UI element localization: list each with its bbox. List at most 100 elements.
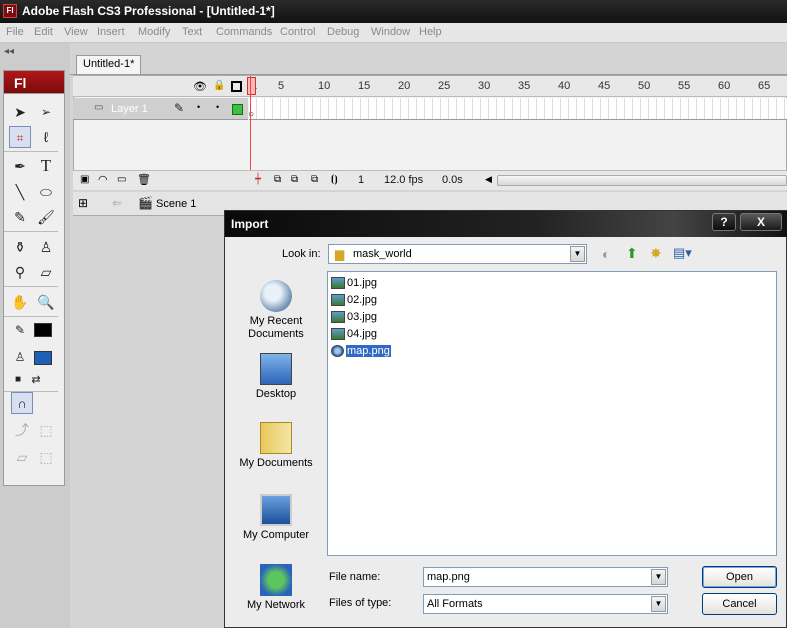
onion-skin-icon[interactable]: ⧉ — [274, 174, 281, 185]
place-recent-documents[interactable]: My Recent Documents — [233, 280, 319, 341]
outline-icon[interactable] — [231, 81, 242, 92]
center-frame-icon[interactable]: ┿ — [255, 174, 261, 185]
layer-outline-color-icon[interactable] — [232, 104, 243, 115]
menu-view[interactable]: View — [64, 26, 88, 38]
document-tab[interactable]: Untitled-1* — [76, 55, 142, 74]
place-desktop[interactable]: Desktop — [233, 353, 319, 400]
chevron-down-icon[interactable]: ▼ — [570, 246, 585, 262]
file-item[interactable]: 02.jpg — [331, 294, 377, 311]
dialog-title: Import — [231, 217, 269, 231]
place-label: My Computer — [242, 529, 310, 541]
file-item[interactable]: 04.jpg — [331, 328, 377, 345]
lasso-tool-icon[interactable]: ℓ — [35, 126, 57, 148]
eyedropper-tool-icon[interactable]: ⚲ — [9, 261, 31, 283]
playhead-icon[interactable] — [247, 77, 256, 95]
place-my-network[interactable]: My Network — [233, 564, 319, 611]
lock-icon[interactable]: 🔒 — [213, 80, 225, 91]
lock-dot-icon[interactable]: • — [216, 102, 219, 112]
chevron-down-icon[interactable]: ▼ — [651, 569, 666, 585]
ink-bottle-tool-icon[interactable]: ⚱ — [9, 236, 31, 258]
timeline-toggle-icon[interactable]: ⊞ — [78, 196, 88, 210]
snap-to-objects-icon[interactable]: ∩ — [11, 392, 33, 414]
collapse-tools-icon[interactable]: ◂◂ — [4, 46, 14, 57]
pen-tool-icon[interactable]: ✒ — [9, 155, 31, 177]
menu-insert[interactable]: Insert — [97, 26, 125, 38]
frame-number: 15 — [358, 80, 371, 92]
menu-window[interactable]: Window — [371, 26, 410, 38]
document-tab-bar — [70, 53, 787, 75]
paint-bucket-tool-icon[interactable]: ♙ — [35, 236, 57, 258]
line-tool-icon[interactable]: ╲ — [9, 181, 31, 203]
scale-option-icon: ⬚ — [39, 449, 53, 465]
pencil-tool-icon[interactable]: ✎ — [9, 206, 31, 228]
place-label: My Recent Documents — [248, 315, 304, 340]
file-item-selected[interactable]: map.png — [331, 345, 391, 362]
brush-tool-icon[interactable]: 🖌 — [35, 206, 57, 228]
layer-frames[interactable] — [249, 98, 787, 120]
menu-edit[interactable]: Edit — [34, 26, 53, 38]
cancel-button[interactable]: Cancel — [702, 593, 777, 615]
help-button[interactable]: ? — [712, 213, 736, 231]
menu-file[interactable]: File — [6, 26, 24, 38]
delete-layer-icon[interactable]: 🗑 — [137, 173, 151, 186]
edit-multiple-frames-icon[interactable]: ⧉ — [311, 174, 318, 185]
hand-tool-icon[interactable]: ✋ — [9, 291, 31, 313]
look-in-select[interactable]: ▆ mask_world ▼ — [328, 244, 587, 264]
layer-icon: ▭ — [94, 102, 104, 113]
oval-tool-icon[interactable]: ⬭ — [35, 181, 57, 203]
place-label: My Documents — [239, 457, 313, 469]
modify-onion-markers-icon[interactable]: ⦗⦘ — [331, 174, 338, 185]
menu-bar: File Edit View Insert Modify Text Comman… — [0, 23, 787, 43]
insert-folder-icon[interactable]: ▭ — [117, 174, 126, 185]
file-name: 02.jpg — [347, 294, 377, 306]
look-in-label: Look in: — [282, 248, 321, 260]
menu-modify[interactable]: Modify — [138, 26, 170, 38]
place-my-documents[interactable]: My Documents — [233, 422, 319, 469]
fill-color-bucket-icon: ♙ — [14, 350, 26, 364]
look-in-value: mask_world — [353, 248, 412, 260]
file-item[interactable]: 01.jpg — [331, 277, 377, 294]
eye-icon[interactable]: 👁 — [193, 80, 207, 93]
chevron-down-icon[interactable]: ▼ — [651, 596, 666, 612]
visibility-dot-icon[interactable]: • — [197, 102, 200, 112]
file-name: 04.jpg — [347, 328, 377, 340]
text-tool-icon[interactable]: T — [35, 155, 57, 177]
zoom-tool-icon[interactable]: 🔍 — [35, 291, 57, 313]
stroke-color-swatch[interactable] — [34, 323, 52, 337]
new-folder-icon[interactable]: ✸ — [650, 245, 662, 262]
files-of-type-select[interactable]: All Formats ▼ — [423, 594, 668, 614]
file-list[interactable]: 01.jpg 02.jpg 03.jpg 04.jpg map.png — [327, 271, 777, 556]
view-menu-icon[interactable]: ▤▾ — [673, 245, 692, 261]
fill-color-swatch[interactable] — [34, 351, 52, 365]
selection-tool-icon[interactable]: ➤ — [9, 101, 31, 123]
menu-text[interactable]: Text — [182, 26, 202, 38]
place-my-computer[interactable]: My Computer — [233, 494, 319, 541]
scene-clapper-icon: 🎬 — [138, 196, 153, 210]
insert-layer-icon[interactable]: ▣ — [80, 174, 89, 185]
scroll-left-icon[interactable]: ◀ — [485, 174, 492, 185]
onion-skin-outlines-icon[interactable]: ⧉ — [291, 174, 298, 185]
swap-colors-icon[interactable]: ⇄ — [25, 369, 47, 391]
subselection-tool-icon[interactable]: ➢ — [35, 101, 57, 123]
scene-label[interactable]: Scene 1 — [156, 198, 196, 210]
file-name-input[interactable]: map.png ▼ — [423, 567, 668, 587]
file-item[interactable]: 03.jpg — [331, 311, 377, 328]
menu-debug[interactable]: Debug — [327, 26, 359, 38]
open-button[interactable]: Open — [702, 566, 777, 588]
my-network-icon — [260, 564, 292, 596]
frame-number: 25 — [438, 80, 451, 92]
file-name: map.png — [346, 345, 391, 357]
timeline-scrollbar[interactable] — [497, 175, 787, 186]
add-motion-guide-icon[interactable]: ◠ — [98, 173, 108, 186]
eraser-tool-icon[interactable]: ▱ — [35, 261, 57, 283]
free-transform-tool-icon[interactable]: ⌗ — [9, 126, 31, 148]
up-folder-icon[interactable]: ⬆ — [626, 245, 638, 262]
close-button[interactable]: X — [740, 213, 782, 231]
tools-divider — [4, 151, 58, 152]
tools-divider — [4, 316, 58, 317]
frame-number: 35 — [518, 80, 531, 92]
menu-help[interactable]: Help — [419, 26, 442, 38]
menu-commands[interactable]: Commands — [216, 26, 272, 38]
menu-control[interactable]: Control — [280, 26, 315, 38]
layer-name[interactable]: Layer 1 — [111, 103, 148, 115]
